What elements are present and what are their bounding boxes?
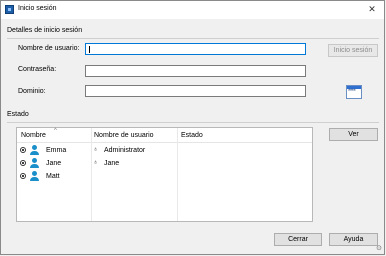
row-name: Matt: [46, 173, 60, 180]
list-item[interactable]: Jane ♁ Jane: [17, 157, 312, 170]
view-button[interactable]: Ver: [329, 128, 378, 141]
user-icon: [29, 145, 39, 156]
column-header-status[interactable]: Estado: [181, 132, 203, 139]
status-group-label: Estado: [7, 111, 29, 118]
group-divider: [7, 122, 379, 123]
username-label: Nombre de usuario:: [18, 45, 80, 52]
close-icon[interactable]: ✕: [366, 3, 378, 15]
row-username: Jane: [104, 160, 120, 167]
password-keyboard-icon[interactable]: ****: [346, 85, 362, 99]
radio-button[interactable]: [20, 173, 26, 179]
help-button[interactable]: Ayuda: [329, 233, 378, 246]
column-header-username[interactable]: Nombre de usuario: [94, 132, 154, 139]
text-caret: [89, 46, 90, 53]
password-mask-text: ****: [348, 89, 356, 95]
title-bar: Inicio sesión ✕: [1, 1, 384, 19]
radio-button[interactable]: [20, 160, 26, 166]
radio-button[interactable]: [20, 147, 26, 153]
close-button[interactable]: Cerrar: [274, 233, 322, 246]
domain-label: Dominio:: [18, 88, 46, 95]
row-username: Administrator: [104, 147, 146, 154]
row-name: Jane: [46, 160, 62, 167]
resize-grip-icon[interactable]: ⊙: [376, 244, 382, 252]
user-icon: [29, 171, 39, 182]
list-header: Nombre ^ Nombre de usuario Estado: [17, 128, 312, 143]
list-item[interactable]: Emma ♁ Administrator: [17, 144, 312, 157]
list-item[interactable]: Matt: [17, 170, 312, 183]
login-button[interactable]: Inicio sesión: [328, 44, 378, 57]
login-dialog: Inicio sesión ✕ Detalles de inicio sesió…: [0, 0, 385, 255]
session-list[interactable]: Nombre ^ Nombre de usuario Estado Emma ♁…: [16, 127, 313, 222]
person-outline-icon: ♁: [93, 159, 99, 166]
domain-input[interactable]: [85, 85, 306, 97]
column-header-name[interactable]: Nombre: [21, 132, 46, 139]
sort-up-icon: ^: [54, 128, 57, 134]
login-details-group-label: Detalles de inicio sesión: [7, 27, 83, 34]
password-label: Contraseña:: [18, 66, 57, 73]
username-input[interactable]: [85, 43, 306, 55]
password-input[interactable]: [85, 65, 306, 77]
row-name: Emma: [46, 147, 67, 154]
person-outline-icon: ♁: [93, 146, 99, 153]
window-title: Inicio sesión: [18, 5, 57, 12]
user-icon: [29, 158, 39, 169]
app-icon: [5, 5, 14, 14]
group-divider: [7, 38, 379, 39]
